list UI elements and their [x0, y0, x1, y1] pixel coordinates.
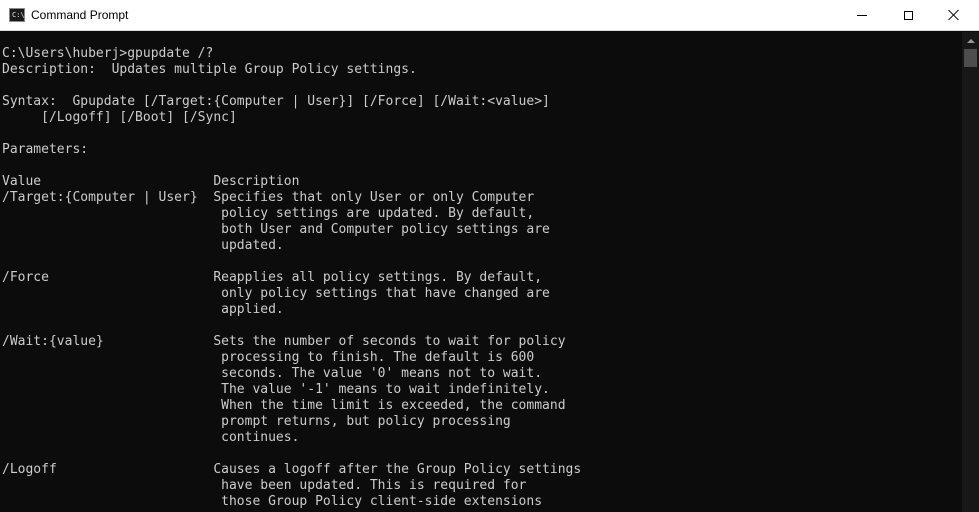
console-line: /Wait:{value} Sets the number of seconds…: [2, 334, 566, 349]
console-line: The value '-1' means to wait indefinitel…: [2, 382, 550, 397]
console-line: Description: Updates multiple Group Poli…: [2, 62, 417, 77]
maximize-icon: [903, 10, 913, 20]
console-line: /Target:{Computer | User} Specifies that…: [2, 190, 535, 205]
close-icon: [948, 9, 960, 21]
console-output[interactable]: C:\Users\huberj>gpupdate /? Description: …: [0, 32, 962, 512]
console-line: Value Description: [2, 174, 300, 189]
cmd-icon-text: C:\: [12, 11, 25, 19]
console-line: When the time limit is exceeded, the com…: [2, 398, 566, 413]
console-line: processing to finish. The default is 600: [2, 350, 535, 365]
maximize-button[interactable]: [885, 0, 931, 30]
console-line: Syntax: Gpupdate [/Target:{Computer | Us…: [2, 94, 550, 109]
console-line: prompt returns, but policy processing: [2, 414, 511, 429]
console-line: continues.: [2, 430, 300, 445]
console-line: policy settings are updated. By default,: [2, 206, 535, 221]
minimize-button[interactable]: [839, 0, 885, 30]
scrollbar-thumb[interactable]: [964, 49, 977, 67]
console-line: those Group Policy client-side extension…: [2, 494, 543, 509]
minimize-icon: [857, 14, 867, 16]
console-line: /Force Reapplies all policy settings. By…: [2, 270, 543, 285]
title-bar[interactable]: C:\ Command Prompt: [0, 0, 979, 31]
console-line: [/Logoff] [/Boot] [/Sync]: [2, 110, 237, 125]
close-button[interactable]: [931, 0, 977, 30]
console-line: only policy settings that have changed a…: [2, 286, 550, 301]
console-line: updated.: [2, 238, 284, 253]
console-line: /Logoff Causes a logoff after the Group …: [2, 462, 582, 477]
cmd-icon[interactable]: C:\: [9, 8, 25, 22]
vertical-scrollbar[interactable]: [962, 32, 979, 512]
console-line: applied.: [2, 302, 284, 317]
window-title: Command Prompt: [31, 8, 129, 22]
console-line: have been updated. This is required for: [2, 478, 527, 493]
arrow-up-icon: [966, 38, 975, 43]
console-line: seconds. The value '0' means not to wait…: [2, 366, 543, 381]
console-line: both User and Computer policy settings a…: [2, 222, 550, 237]
console-line: Parameters:: [2, 142, 89, 157]
console-line: C:\Users\huberj>gpupdate /?: [2, 46, 214, 61]
scroll-up-button[interactable]: [962, 32, 979, 49]
